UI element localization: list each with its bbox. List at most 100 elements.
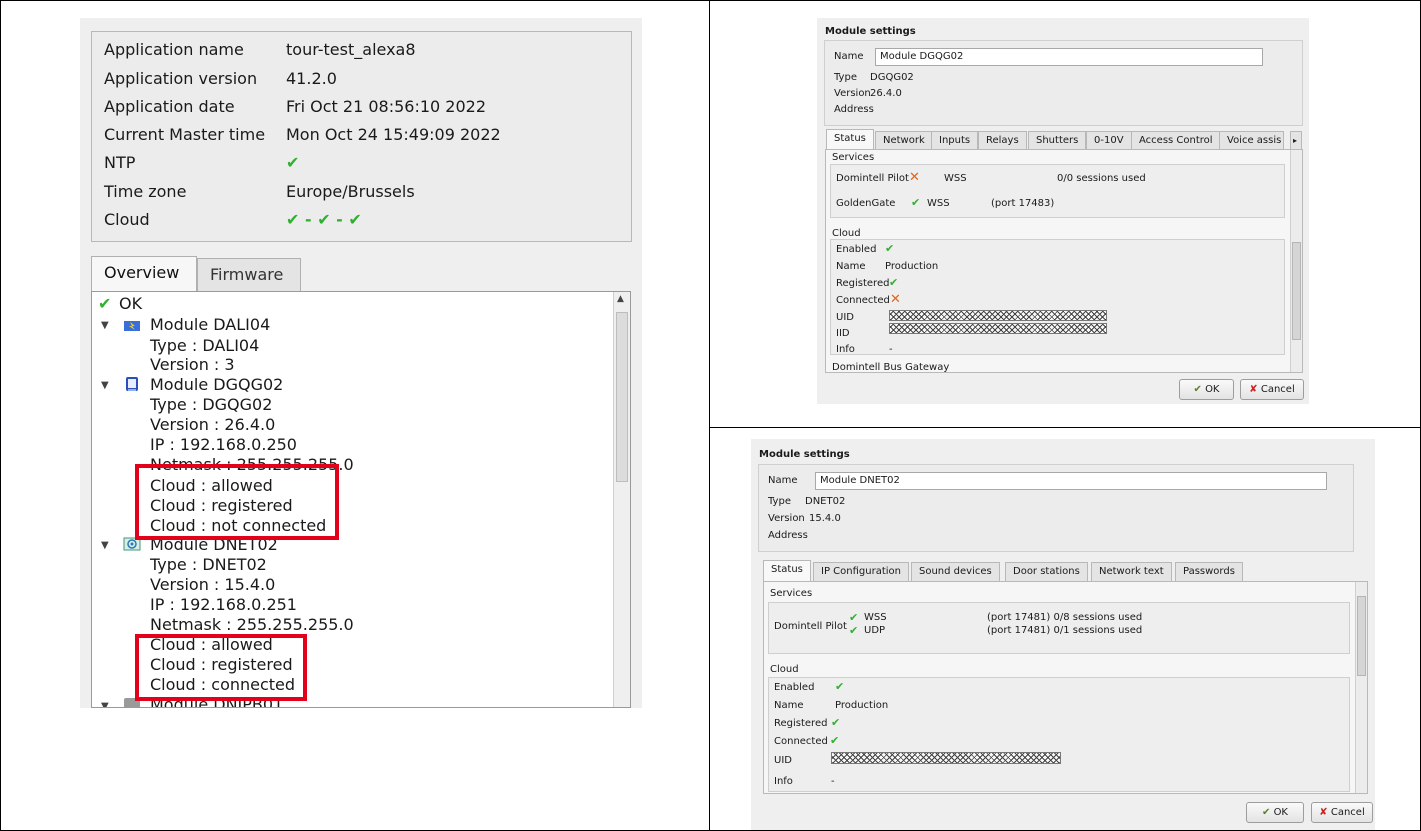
type-value: DGQG02 <box>870 72 914 83</box>
enabled-label: Enabled <box>774 682 815 693</box>
cancel-icon: ✘ <box>1249 384 1258 395</box>
info-value: tour-test_alexa8 <box>286 40 416 59</box>
version-label: Version <box>834 88 871 99</box>
check-icon: ✔ <box>849 624 859 637</box>
info-key: Current Master time <box>104 125 266 144</box>
scrollbar-thumb[interactable] <box>616 312 628 482</box>
tab-overview[interactable]: Overview <box>91 256 197 293</box>
cloud-name-label: Name <box>836 261 866 272</box>
ok-label: OK <box>1205 384 1220 395</box>
tab-inputs[interactable]: Inputs <box>931 131 979 150</box>
collapse-arrow-icon[interactable]: ▼ <box>101 540 109 551</box>
tab-sound-devices[interactable]: Sound devices <box>911 562 1000 581</box>
tree-detail: Type : DNET02 <box>150 555 267 574</box>
tree-detail: Version : 15.4.0 <box>150 575 276 594</box>
dali-module-icon <box>124 321 140 331</box>
tab-shutters[interactable]: Shutters <box>1028 131 1087 150</box>
scroll-up-icon[interactable]: ▲ <box>617 294 624 304</box>
redacted-iid <box>889 323 1107 334</box>
highlight-box-dgqg02-cloud <box>135 464 339 540</box>
tab-relays[interactable]: Relays <box>978 131 1027 150</box>
connected-label: Connected <box>836 295 890 306</box>
highlight-box-dnet02-cloud <box>135 634 307 701</box>
tab-access-control[interactable]: Access Control <box>1131 131 1221 150</box>
top-right-cell: Module settings Name Module DGQG02 Type … <box>709 0 1421 428</box>
module-name-input[interactable]: Module DNET02 <box>815 472 1327 490</box>
info-key: Application version <box>104 69 258 88</box>
tab-network-text[interactable]: Network text <box>1091 562 1172 581</box>
check-icon: ✔ <box>889 276 899 289</box>
dialog-title: Module settings <box>825 26 916 37</box>
ok-label: OK <box>1273 807 1288 818</box>
tree-status-ok: OK <box>119 294 143 313</box>
tree-item-dali04[interactable]: Module DALI04 <box>150 315 270 335</box>
module-header-box: Name Module DGQG02 Type DGQG02 Version 2… <box>824 40 1303 126</box>
connected-label: Connected <box>774 736 828 747</box>
tab-network[interactable]: Network <box>875 131 933 150</box>
tree-scrollbar[interactable]: ▲ <box>613 292 630 707</box>
tree-detail: IP : 192.168.0.250 <box>150 435 297 454</box>
service-name: Domintell Pilot <box>774 621 847 632</box>
tree-item-dgqg02[interactable]: Module DGQG02 <box>150 375 283 395</box>
status-scrollbar[interactable] <box>1355 582 1367 793</box>
tree-detail: Type : DALI04 <box>150 336 260 355</box>
tree-detail: Version : 26.4.0 <box>150 415 276 434</box>
service-protocol: WSS <box>927 198 950 209</box>
ok-icon: ✔ <box>1193 384 1202 395</box>
info-value: Fri Oct 21 08:56:10 2022 <box>286 97 487 116</box>
tab-voice-assistant[interactable]: Voice assis <box>1219 131 1284 150</box>
dialog-title: Module settings <box>759 449 850 460</box>
tab-status[interactable]: Status <box>763 560 811 581</box>
uid-label: UID <box>774 755 792 766</box>
type-value: DNET02 <box>805 496 846 507</box>
collapse-arrow-icon[interactable]: ▼ <box>101 380 109 391</box>
scrollbar-thumb[interactable] <box>1357 596 1366 676</box>
check-icon: ✔ <box>885 242 895 255</box>
module-header-box: Name Module DNET02 Type DNET02 Version 1… <box>758 464 1354 552</box>
tab-ip-configuration[interactable]: IP Configuration <box>813 562 909 581</box>
service-port: (port 17483) <box>991 198 1055 209</box>
service-sessions: (port 17481) 0/1 sessions used <box>987 625 1143 636</box>
dialog-tab-bar: Status Network Inputs Relays Shutters 0-… <box>826 129 1302 151</box>
service-name: GoldenGate <box>836 198 896 209</box>
type-label: Type <box>834 72 857 83</box>
tree-detail: Netmask : 255.255.255.0 <box>150 615 354 634</box>
service-sessions: 0/0 sessions used <box>1057 173 1146 184</box>
check-icon: ✔ <box>911 196 921 209</box>
cloud-status-check-icons: ✔ - ✔ - ✔ <box>286 210 362 229</box>
services-label: Services <box>770 588 813 599</box>
uid-label: UID <box>836 312 854 323</box>
cancel-button[interactable]: ✘ Cancel <box>1240 379 1304 400</box>
cross-icon: ✕ <box>909 170 920 185</box>
info-label: Info <box>836 344 855 355</box>
ok-button[interactable]: ✔ OK <box>1246 802 1304 823</box>
check-icon: ✔ <box>831 716 841 729</box>
tab-scroll-right-icon[interactable]: ▸ <box>1290 131 1302 150</box>
collapse-arrow-icon[interactable]: ▼ <box>101 701 109 707</box>
redacted-uid <box>889 310 1107 321</box>
tree-detail: Version : 3 <box>150 355 235 374</box>
cloud-label: Cloud <box>770 664 799 675</box>
ok-button[interactable]: ✔ OK <box>1179 379 1234 400</box>
tab-door-stations[interactable]: Door stations <box>1005 562 1088 581</box>
cloud-group: Enabled ✔ Name Production Registered ✔ C… <box>768 677 1350 792</box>
tab-firmware[interactable]: Firmware <box>197 258 301 292</box>
collapse-arrow-icon[interactable]: ▼ <box>101 320 109 331</box>
status-scrollbar[interactable] <box>1290 150 1302 372</box>
module-name-input[interactable]: Module DGQG02 <box>875 48 1263 66</box>
cancel-icon: ✘ <box>1319 807 1328 818</box>
cloud-label: Cloud <box>832 228 861 239</box>
service-name: Domintell Pilot <box>836 173 909 184</box>
gateway-label: Domintell Bus Gateway <box>832 362 950 373</box>
tab-0-10v[interactable]: 0-10V <box>1086 131 1132 150</box>
service-protocol: WSS <box>864 612 887 623</box>
registered-label: Registered <box>774 718 828 729</box>
cloud-name-value: Production <box>835 700 889 711</box>
left-cell: Application name tour-test_alexa8 Applica… <box>0 0 710 831</box>
tab-status[interactable]: Status <box>826 129 874 150</box>
cancel-button[interactable]: ✘ Cancel <box>1311 802 1373 823</box>
cross-icon: ✕ <box>890 292 901 307</box>
info-key: Cloud <box>104 210 150 229</box>
tab-passwords[interactable]: Passwords <box>1175 562 1243 581</box>
scrollbar-thumb[interactable] <box>1292 242 1301 340</box>
